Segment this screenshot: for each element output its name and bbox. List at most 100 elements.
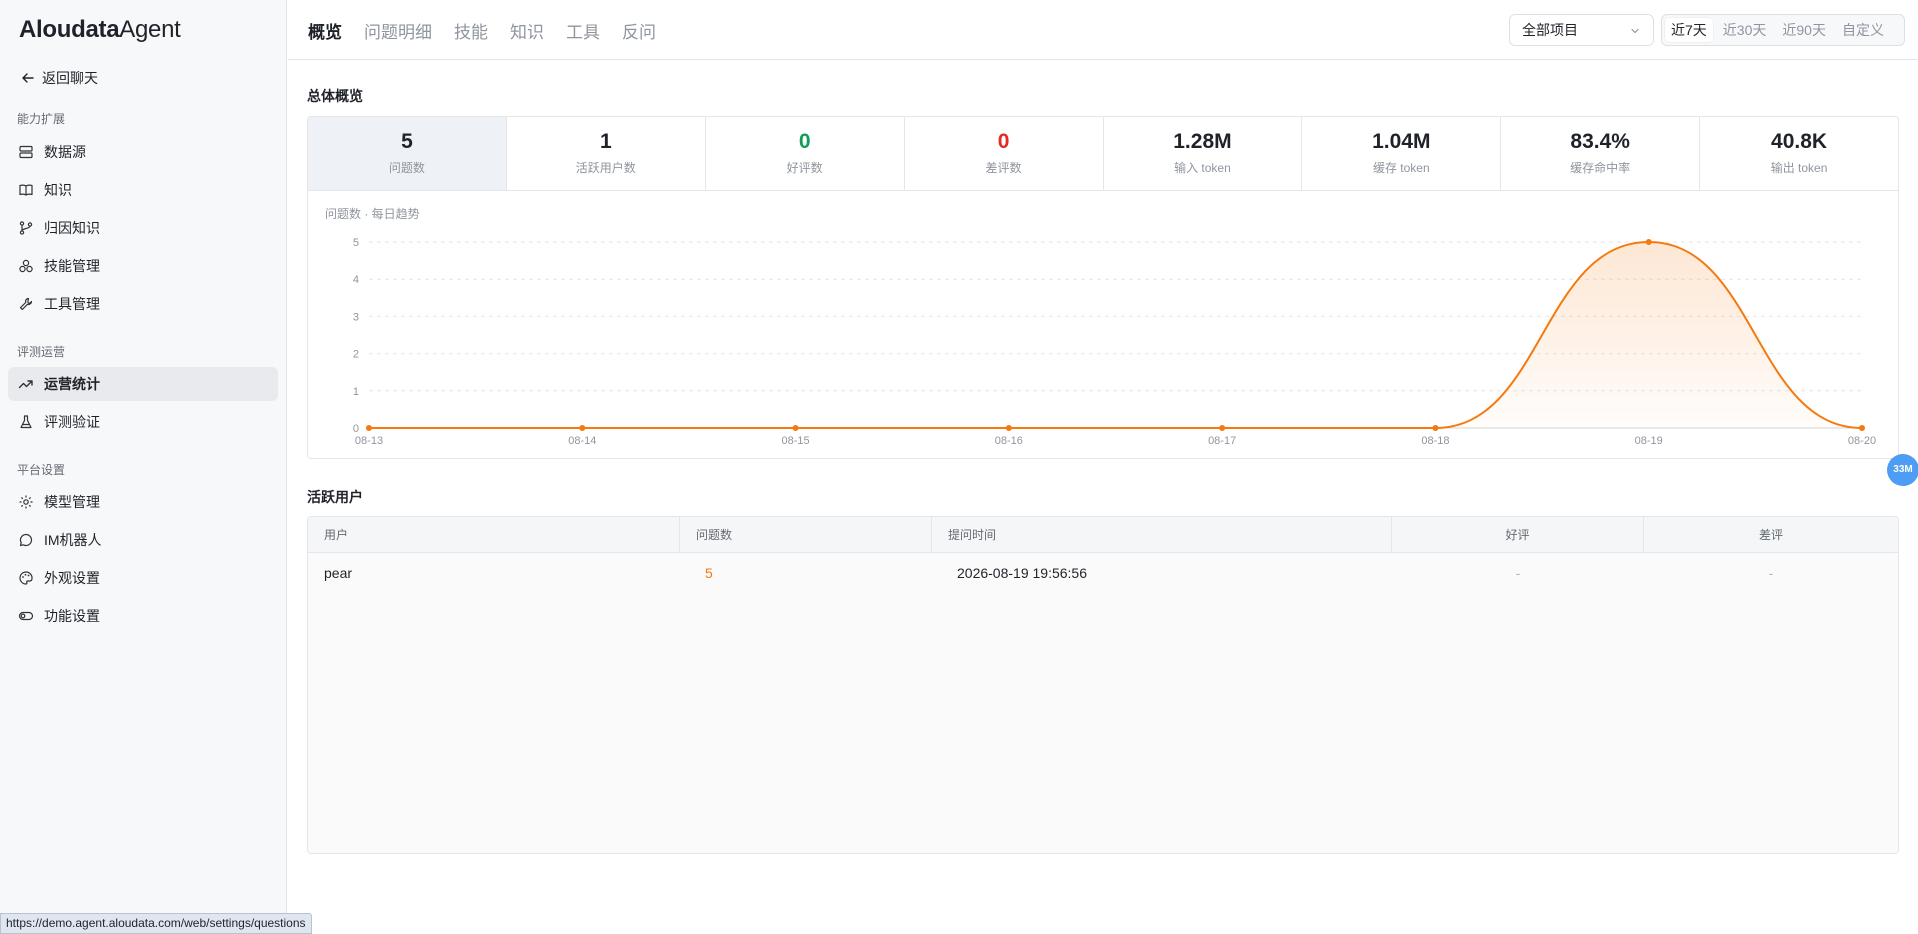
stat-card-questions[interactable]: 5 问题数 <box>308 117 507 190</box>
x-tick-label: 08-16 <box>995 435 1023 447</box>
column-header-user[interactable]: 用户 <box>308 517 680 553</box>
range-90-days[interactable]: 近90天 <box>1776 18 1832 42</box>
tab-skills[interactable]: 技能 <box>454 18 488 43</box>
cell-good: - <box>1515 565 1521 581</box>
overview-title: 总体概览 <box>307 88 363 104</box>
sidebar-item-tools[interactable]: 工具管理 <box>8 287 278 321</box>
stat-label: 缓存 token <box>1372 161 1430 175</box>
x-tick-label: 08-19 <box>1635 435 1663 447</box>
stat-value: 5 <box>401 130 413 153</box>
stat-card-input-token[interactable]: 1.28M 输入 token <box>1104 117 1303 190</box>
sidebar-item-label: IM机器人 <box>44 532 102 548</box>
sidebar-item-features[interactable]: 功能设置 <box>8 599 278 633</box>
stat-card-cache-hit-rate[interactable]: 83.4% 缓存命中率 <box>1501 117 1701 190</box>
sidebar-item-label: 评测验证 <box>44 414 100 430</box>
cell-questions: 5 <box>705 565 713 581</box>
column-header-good[interactable]: 好评 <box>1392 517 1644 553</box>
stat-value: 0 <box>798 130 811 153</box>
y-tick-label: 5 <box>353 237 359 249</box>
stat-label: 输出 token <box>1770 161 1828 175</box>
date-range-selector: 近7天 近30天 近90天 自定义 <box>1661 14 1905 46</box>
table-header: 用户 问题数 提问时间 好评 差评 <box>308 517 1898 553</box>
tab-question-details[interactable]: 问题明细 <box>364 18 432 43</box>
sidebar-item-label: 数据源 <box>44 144 86 160</box>
data-point <box>1005 425 1012 431</box>
trend-chart: 问题数 · 每日趋势 0 1 2 3 4 5 08-13 08-14 08-15 08-16 08-… <box>307 191 1899 459</box>
range-custom[interactable]: 自定义 <box>1836 18 1890 42</box>
data-point <box>579 425 586 431</box>
y-tick-label: 3 <box>353 311 359 323</box>
floating-assistant-badge[interactable]: 33M <box>1887 454 1918 486</box>
product-name: Agent <box>119 16 181 43</box>
sidebar-item-appearance[interactable]: 外观设置 <box>8 561 278 595</box>
top-bar: 概览 问题明细 技能 知识 工具 反问 全部项目 近7天 近30天 近90天 自… <box>288 0 1918 60</box>
active-users-title: 活跃用户 <box>307 489 363 505</box>
range-7-days[interactable]: 近7天 <box>1665 18 1713 42</box>
sidebar-item-operation-stats[interactable]: 运营统计 <box>8 367 278 401</box>
column-header-time[interactable]: 提问时间 <box>932 517 1392 553</box>
tab-bar: 概览 问题明细 技能 知识 工具 反问 <box>308 18 678 43</box>
x-tick-label: 08-20 <box>1848 435 1876 447</box>
sidebar-item-datasource[interactable]: 数据源 <box>8 135 278 169</box>
skills-icon <box>19 259 33 273</box>
x-tick-label: 08-13 <box>355 435 383 447</box>
stats-row: 5 问题数 1 活跃用户数 0 好评数 0 差评数 1.28M 输入 token… <box>307 116 1899 191</box>
project-select[interactable]: 全部项目 <box>1509 14 1654 46</box>
stat-card-output-token[interactable]: 40.8K 输出 token <box>1700 117 1898 190</box>
palette-icon <box>19 571 33 585</box>
data-point <box>792 425 799 431</box>
column-header-questions[interactable]: 问题数 <box>680 517 932 553</box>
cell-user: pear <box>324 565 353 581</box>
stat-card-good-reviews[interactable]: 0 好评数 <box>706 117 905 190</box>
sidebar-item-im-bot[interactable]: IM机器人 <box>8 523 278 557</box>
tab-overview[interactable]: 概览 <box>308 18 342 43</box>
stat-card-active-users[interactable]: 1 活跃用户数 <box>507 117 706 190</box>
data-point <box>1859 425 1865 431</box>
tab-tools[interactable]: 工具 <box>566 18 600 43</box>
x-tick-label: 08-18 <box>1421 435 1449 447</box>
series-area <box>369 242 1862 428</box>
range-30-days[interactable]: 近30天 <box>1717 18 1773 42</box>
app-logo[interactable]: AloudataAgent <box>19 16 181 44</box>
group-label-evaluation: 评测运营 <box>17 345 66 359</box>
table-row[interactable]: pear 5 2026-08-19 19:56:56 - - <box>308 553 1898 593</box>
sidebar-item-label: 模型管理 <box>44 494 100 510</box>
group-label-platform: 平台设置 <box>17 463 66 477</box>
sidebar: AloudataAgent 返回聊天 能力扩展 数据源 知识 归因知识 技能管理… <box>0 0 287 934</box>
x-tick-label: 08-17 <box>1208 435 1236 447</box>
chat-icon <box>19 533 33 547</box>
book-icon <box>19 184 33 196</box>
y-tick-label: 1 <box>353 386 359 398</box>
stat-card-bad-reviews[interactable]: 0 差评数 <box>905 117 1104 190</box>
sidebar-item-label: 技能管理 <box>44 258 100 274</box>
y-tick-label: 4 <box>353 274 359 286</box>
y-tick-label: 0 <box>353 423 359 435</box>
x-tick-label: 08-15 <box>782 435 810 447</box>
active-users-table: 用户 问题数 提问时间 好评 差评 pear 5 2026-08-19 19:5… <box>307 516 1899 854</box>
back-to-chat-button[interactable]: 返回聊天 <box>20 66 98 90</box>
database-icon <box>19 145 33 159</box>
stat-value: 0 <box>997 130 1010 153</box>
toggle-icon <box>18 611 34 621</box>
stat-value: 1.28M <box>1173 130 1232 153</box>
sidebar-item-knowledge[interactable]: 知识 <box>8 173 278 207</box>
sidebar-item-skills[interactable]: 技能管理 <box>8 249 278 283</box>
x-tick-label: 08-14 <box>568 435 596 447</box>
stat-card-cache-token[interactable]: 1.04M 缓存 token <box>1302 117 1502 190</box>
sidebar-item-models[interactable]: 模型管理 <box>8 485 278 519</box>
chevron-down-icon <box>1631 28 1639 34</box>
sidebar-item-evaluation[interactable]: 评测验证 <box>8 405 278 439</box>
stat-label: 差评数 <box>985 161 1022 175</box>
sidebar-item-label: 知识 <box>44 182 72 198</box>
cell-time: 2026-08-19 19:56:56 <box>957 565 1087 581</box>
data-point <box>366 425 372 431</box>
data-point <box>1645 239 1652 245</box>
tab-knowledge[interactable]: 知识 <box>510 18 544 43</box>
stat-label: 输入 token <box>1174 161 1231 175</box>
sidebar-item-attribution-knowledge[interactable]: 归因知识 <box>8 211 278 245</box>
back-label: 返回聊天 <box>42 70 98 86</box>
tab-clarification[interactable]: 反问 <box>622 18 656 43</box>
table-body <box>308 593 1898 853</box>
column-header-bad[interactable]: 差评 <box>1644 517 1898 553</box>
arrow-left-icon <box>22 73 34 83</box>
